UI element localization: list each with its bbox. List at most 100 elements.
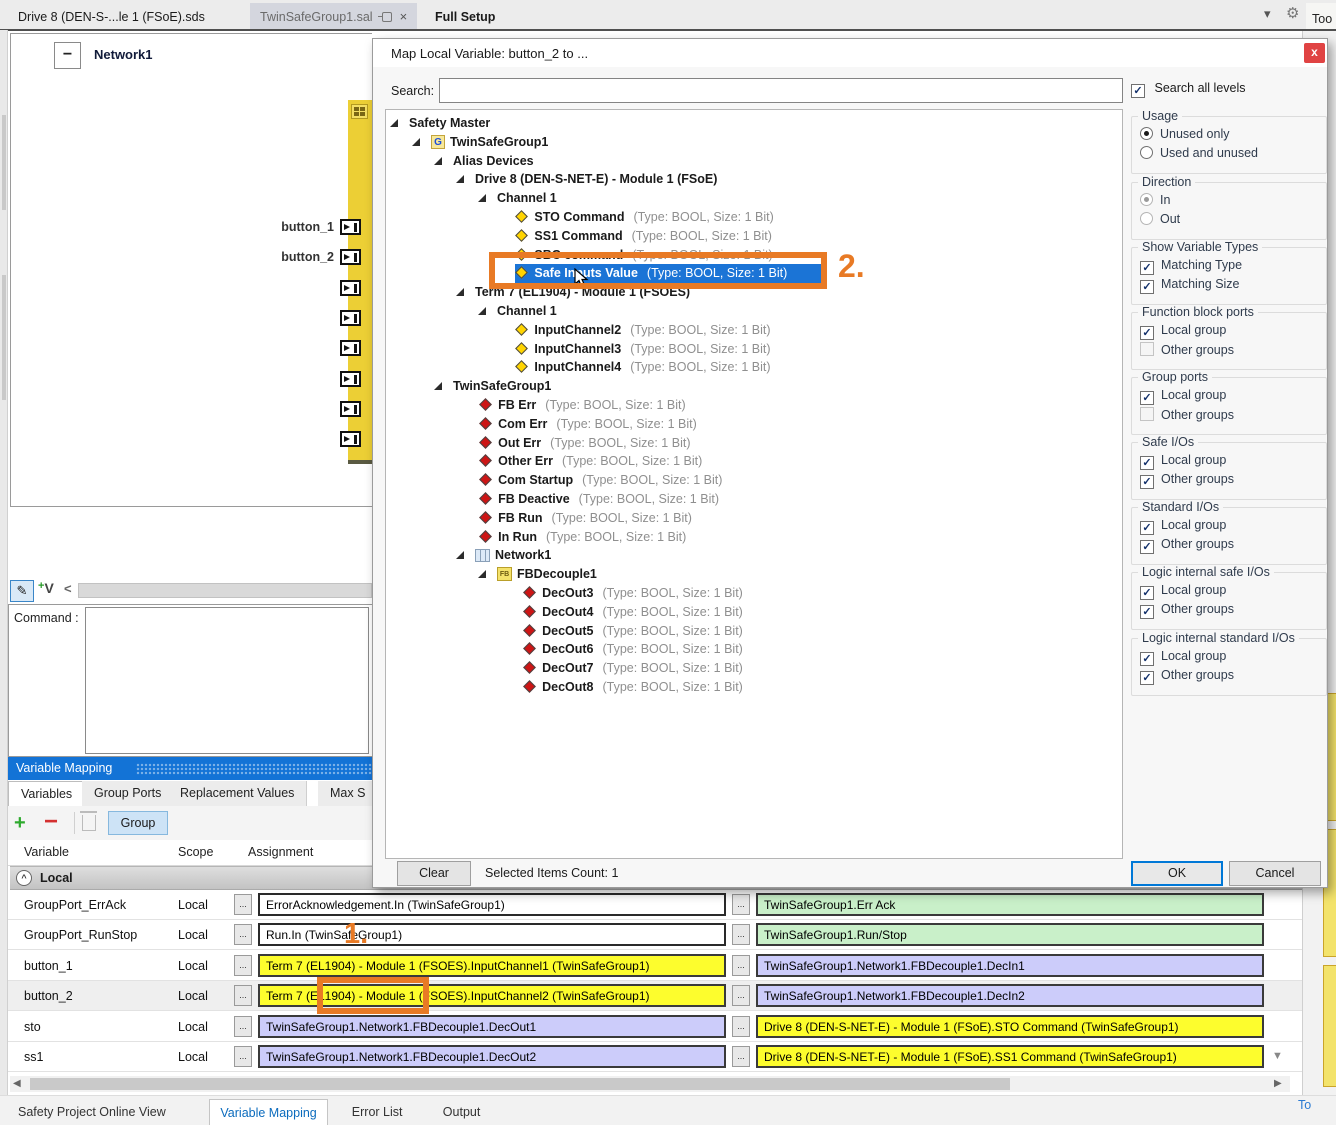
- assignment1-browse-button[interactable]: ...: [234, 894, 252, 915]
- filter-option[interactable]: ✓Local group: [1140, 323, 1226, 340]
- assignment2-value[interactable]: Drive 8 (DEN-S-NET-E) - Module 1 (FSoE).…: [756, 1015, 1264, 1038]
- fb-input-port[interactable]: [228, 401, 364, 419]
- statusbar-tab-error-list[interactable]: Error List: [342, 1099, 413, 1125]
- assignment2-value[interactable]: TwinSafeGroup1.Network1.FBDecouple1.DecI…: [756, 954, 1264, 977]
- tree-item[interactable]: Com Err(Type: BOOL, Size: 1 Bit): [386, 415, 1122, 434]
- filter-option[interactable]: ✓Other groups: [1140, 537, 1234, 554]
- tab-tools-partial[interactable]: Too: [1306, 3, 1336, 30]
- expander-icon[interactable]: [390, 119, 398, 127]
- assignment2-value[interactable]: Drive 8 (DEN-S-NET-E) - Module 1 (FSoE).…: [756, 1045, 1264, 1068]
- radio-icon[interactable]: [1140, 146, 1153, 159]
- assignment1-value[interactable]: Run.In (TwinSafeGroup1): [258, 923, 726, 946]
- tree-item[interactable]: TwinSafeGroup1: [386, 377, 1122, 396]
- gear-icon[interactable]: ⚙: [1286, 4, 1299, 22]
- column-header-variable[interactable]: Variable: [24, 845, 69, 859]
- tree-item[interactable]: Safety Master: [386, 114, 1122, 133]
- assignment1-browse-button[interactable]: ...: [234, 1016, 252, 1037]
- table-row[interactable]: button_1Local...Term 7 (EL1904) - Module…: [8, 951, 1302, 981]
- radio-icon[interactable]: [1140, 212, 1153, 225]
- expander-icon[interactable]: [456, 175, 464, 183]
- checkbox-icon[interactable]: ✓: [1140, 671, 1154, 685]
- checkbox-icon[interactable]: ✓: [1140, 475, 1154, 489]
- group-button[interactable]: Group: [108, 811, 168, 835]
- fb-input-port[interactable]: button_1: [228, 219, 364, 237]
- remove-row-button[interactable]: −: [44, 808, 58, 836]
- tree-item[interactable]: FB Err(Type: BOOL, Size: 1 Bit): [386, 396, 1122, 415]
- assignment1-value[interactable]: TwinSafeGroup1.Network1.FBDecouple1.DecO…: [258, 1015, 726, 1038]
- input-port-icon[interactable]: [340, 431, 361, 447]
- checkbox-icon[interactable]: ✓: [1140, 261, 1154, 275]
- radio-icon[interactable]: [1140, 193, 1153, 206]
- filter-option[interactable]: ✓Local group: [1140, 518, 1226, 535]
- assignment1-browse-button[interactable]: ...: [234, 924, 252, 945]
- table-row[interactable]: GroupPort_ErrAckLocal...ErrorAcknowledge…: [8, 890, 1302, 920]
- expander-icon[interactable]: [434, 157, 442, 165]
- add-row-button[interactable]: +: [14, 812, 26, 835]
- filter-option[interactable]: ✓Other groups: [1140, 602, 1234, 619]
- expander-icon[interactable]: [478, 570, 486, 578]
- assignment2-value[interactable]: TwinSafeGroup1.Err Ack: [756, 893, 1264, 916]
- fb-input-port[interactable]: [228, 310, 364, 328]
- tree-item[interactable]: FBFBDecouple1: [386, 565, 1122, 584]
- assignment1-browse-button[interactable]: ...: [234, 985, 252, 1006]
- tab-twinsafegroup1-sal[interactable]: TwinSafeGroup1.sal ×: [250, 3, 417, 30]
- assignment1-browse-button[interactable]: ...: [234, 1046, 252, 1067]
- network-collapse-button[interactable]: −: [54, 42, 81, 69]
- checkbox-icon[interactable]: ✓: [1140, 456, 1154, 470]
- tree-item[interactable]: InputChannel2(Type: BOOL, Size: 1 Bit): [386, 321, 1122, 340]
- input-port-icon[interactable]: [340, 219, 361, 235]
- checkbox-icon[interactable]: ✓: [1140, 280, 1154, 294]
- filter-option[interactable]: ✓Other groups: [1140, 472, 1234, 489]
- edit-tool-button[interactable]: ✎: [10, 580, 34, 602]
- filter-option[interactable]: Out: [1140, 212, 1180, 226]
- fb-input-port[interactable]: [228, 371, 364, 389]
- tree-item[interactable]: Other Err(Type: BOOL, Size: 1 Bit): [386, 452, 1122, 471]
- tree-item[interactable]: DecOut7(Type: BOOL, Size: 1 Bit): [386, 659, 1122, 678]
- filter-option[interactable]: Unused only: [1140, 127, 1230, 141]
- checkbox-icon[interactable]: ✓: [1140, 391, 1154, 405]
- pin-icon[interactable]: [382, 12, 392, 22]
- toolbox-tab-partial[interactable]: To: [1298, 1098, 1311, 1112]
- filter-option[interactable]: ✓Local group: [1140, 583, 1226, 600]
- tree-item[interactable]: Alias Devices: [386, 152, 1122, 171]
- statusbar-tab-variable-mapping[interactable]: Variable Mapping: [209, 1099, 327, 1125]
- assignment2-browse-button[interactable]: ...: [732, 1016, 750, 1037]
- tree-item[interactable]: Com Startup(Type: BOOL, Size: 1 Bit): [386, 471, 1122, 490]
- filter-option[interactable]: ✓Local group: [1140, 388, 1226, 405]
- assignment2-value[interactable]: TwinSafeGroup1.Network1.FBDecouple1.DecI…: [756, 984, 1264, 1007]
- add-variable-button[interactable]: +V: [38, 580, 62, 602]
- dialog-titlebar[interactable]: Map Local Variable: button_2 to ... x: [373, 39, 1327, 67]
- fb-input-port[interactable]: [228, 431, 364, 449]
- checkbox-icon[interactable]: ✓: [1140, 326, 1154, 340]
- tree-item[interactable]: DecOut8(Type: BOOL, Size: 1 Bit): [386, 678, 1122, 697]
- tree-item[interactable]: In Run(Type: BOOL, Size: 1 Bit): [386, 528, 1122, 547]
- back-button[interactable]: <: [64, 581, 72, 596]
- assignment1-value[interactable]: ErrorAcknowledgement.In (TwinSafeGroup1): [258, 893, 726, 916]
- filter-option[interactable]: ✓Matching Size: [1140, 277, 1240, 294]
- tree-item[interactable]: DecOut4(Type: BOOL, Size: 1 Bit): [386, 603, 1122, 622]
- filter-option[interactable]: Used and unused: [1140, 146, 1258, 160]
- radio-icon[interactable]: [1140, 127, 1153, 140]
- table-row[interactable]: stoLocal...TwinSafeGroup1.Network1.FBDec…: [8, 1012, 1302, 1042]
- filter-option[interactable]: ✓Local group: [1140, 453, 1226, 470]
- table-row[interactable]: button_2Local...Term 7 (EL1904) - Module…: [8, 981, 1302, 1011]
- vm-tab-max-s[interactable]: Max S: [318, 781, 378, 806]
- expander-icon[interactable]: [456, 288, 464, 296]
- tree-item[interactable]: SS1 Command(Type: BOOL, Size: 1 Bit): [386, 227, 1122, 246]
- tree-item[interactable]: STO Command(Type: BOOL, Size: 1 Bit): [386, 208, 1122, 227]
- expander-icon[interactable]: [434, 382, 442, 390]
- checkbox-icon[interactable]: [1140, 342, 1154, 356]
- filter-option[interactable]: ✓Other groups: [1140, 668, 1234, 685]
- tab-drive8-sds[interactable]: Drive 8 (DEN-S-...le 1 (FSoE).sds: [8, 3, 215, 30]
- assignment2-browse-button[interactable]: ...: [732, 955, 750, 976]
- column-header-scope[interactable]: Scope: [178, 845, 213, 859]
- fb-input-port[interactable]: [228, 280, 364, 298]
- close-icon[interactable]: ×: [400, 9, 408, 24]
- checkbox-icon[interactable]: ✓: [1140, 652, 1154, 666]
- assignment2-value[interactable]: TwinSafeGroup1.Run/Stop: [756, 923, 1264, 946]
- cancel-button[interactable]: Cancel: [1229, 861, 1321, 886]
- tree-item[interactable]: InputChannel4(Type: BOOL, Size: 1 Bit): [386, 358, 1122, 377]
- filter-option[interactable]: Other groups: [1140, 407, 1234, 422]
- assignment2-browse-button[interactable]: ...: [732, 924, 750, 945]
- table-row[interactable]: ss1Local...TwinSafeGroup1.Network1.FBDec…: [8, 1042, 1302, 1072]
